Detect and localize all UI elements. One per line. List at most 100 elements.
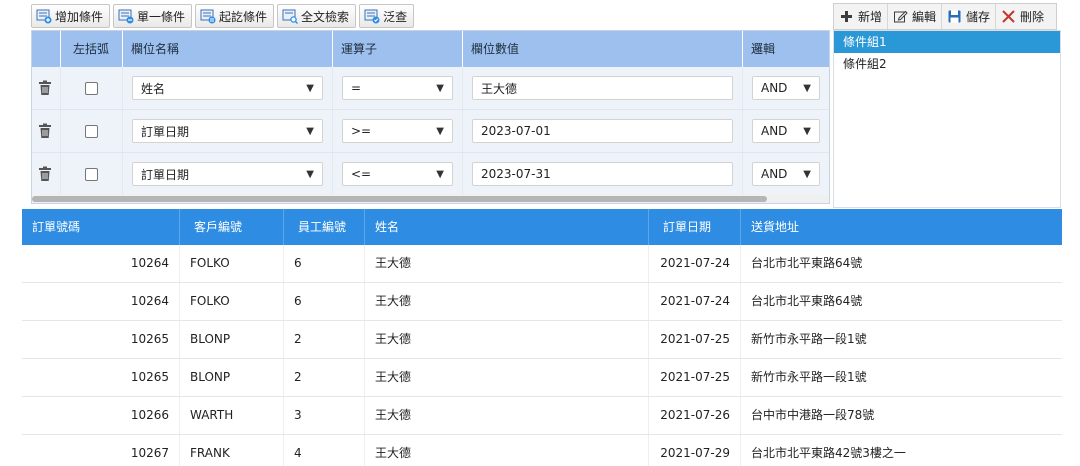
condition-grid-vertical-scrollbar[interactable] (829, 109, 830, 181)
order-id-cell: 10265 (22, 321, 180, 358)
edit-icon (894, 10, 908, 23)
delete-cell (32, 110, 61, 152)
logic-cell: AND ▼ (743, 110, 829, 152)
trash-icon[interactable] (38, 80, 52, 96)
dropdown-arrow-icon: ▼ (803, 125, 811, 137)
ship-address-cell: 台北市北平東路64號 (751, 256, 863, 270)
header-left-paren: 左括弧 (61, 31, 123, 67)
table-row[interactable]: 10267 FRANK 4 王大德 2021-07-29 台北市北平東路42號3… (22, 435, 1062, 466)
condition-toolbar: 增加條件 單一條件 起訖條件 全文檢索 泛查 (31, 4, 415, 28)
condition-row: 訂單日期 ▼ <= ▼ 2023-07-31 AND ▼ (32, 153, 829, 196)
group-item-1[interactable]: 條件組1 (834, 31, 1060, 53)
trash-icon[interactable] (38, 166, 52, 182)
operator-value: = (351, 81, 362, 95)
header-name[interactable]: 姓名 (365, 209, 649, 245)
condition-grid-horizontal-scrollbar[interactable] (32, 195, 829, 203)
add-condition-button[interactable]: 增加條件 (31, 4, 111, 28)
employee-id-cell: 2 (284, 359, 365, 396)
add-condition-label: 增加條件 (55, 9, 104, 24)
name-cell: 王大德 (365, 321, 649, 358)
left-paren-cell (61, 153, 123, 195)
new-group-button[interactable]: 新增 (834, 4, 889, 29)
fulltext-search-button[interactable]: 全文檢索 (277, 4, 357, 28)
order-date-cell: 2021-07-26 (649, 397, 741, 434)
dropdown-arrow-icon: ▼ (436, 82, 444, 94)
close-icon (1002, 10, 1015, 23)
operator-value: <= (351, 167, 372, 181)
single-condition-button[interactable]: 單一條件 (113, 4, 193, 28)
header-order-date[interactable]: 訂單日期 (649, 209, 741, 245)
table-row[interactable]: 10264 FOLKO 6 王大德 2021-07-24 台北市北平東路64號 (22, 245, 1062, 283)
header-delete-column (32, 31, 61, 67)
logic-cell: AND ▼ (743, 67, 829, 109)
dropdown-arrow-icon: ▼ (306, 168, 314, 180)
operator-select[interactable]: = ▼ (342, 76, 453, 100)
order-date-cell: 2021-07-24 (649, 245, 741, 282)
field-name-value: 訂單日期 (141, 167, 190, 182)
operator-select[interactable]: >= ▼ (342, 119, 453, 143)
dropdown-arrow-icon: ▼ (306, 82, 314, 94)
single-condition-label: 單一條件 (137, 9, 186, 24)
logic-select[interactable]: AND ▼ (752, 162, 820, 186)
logic-value: AND (761, 124, 788, 138)
operator-cell: = ▼ (333, 67, 463, 109)
field-value-input[interactable]: 王大德 (472, 76, 733, 100)
table-row[interactable]: 10265 BLONP 2 王大德 2021-07-25 新竹市永平路一段1號 (22, 321, 1062, 359)
name-cell: 王大德 (365, 397, 649, 434)
logic-value: AND (761, 167, 788, 181)
operator-value: >= (351, 124, 372, 138)
order-id-cell: 10267 (22, 435, 180, 466)
header-field-name: 欄位名稱 (123, 31, 333, 67)
edit-group-label: 編輯 (912, 10, 937, 24)
save-group-button[interactable]: 儲存 (942, 4, 997, 29)
generic-query-button[interactable]: 泛查 (359, 4, 415, 28)
logic-cell: AND ▼ (743, 153, 829, 195)
left-paren-checkbox[interactable] (85, 81, 98, 95)
scrollbar-thumb[interactable] (32, 196, 767, 202)
order-id-cell: 10264 (22, 283, 180, 320)
trash-icon[interactable] (38, 123, 52, 139)
field-name-value: 姓名 (141, 81, 166, 96)
fulltext-search-label: 全文檢索 (301, 9, 350, 24)
orders-table-header: 訂單號碼 客戶編號 員工編號 姓名 訂單日期 送貨地址 (22, 209, 1062, 245)
left-paren-checkbox[interactable] (85, 124, 98, 138)
header-ship-address[interactable]: 送貨地址 (741, 209, 1062, 245)
customer-id-cell: FOLKO (180, 245, 284, 282)
field-name-select[interactable]: 姓名 ▼ (132, 76, 323, 100)
condition-group-list: 條件組1 條件組2 (833, 30, 1061, 208)
logic-select[interactable]: AND ▼ (752, 119, 820, 143)
name-cell: 王大德 (365, 435, 649, 466)
delete-group-button[interactable]: 刪除 (996, 4, 1049, 29)
delete-group-label: 刪除 (1020, 10, 1045, 24)
operator-cell: <= ▼ (333, 153, 463, 195)
field-name-value: 訂單日期 (141, 124, 190, 139)
header-logic: 邏輯 (751, 42, 776, 56)
table-row[interactable]: 10265 BLONP 2 王大德 2021-07-25 新竹市永平路一段1號 (22, 359, 1062, 397)
left-paren-cell (61, 67, 123, 109)
header-order-id[interactable]: 訂單號碼 (22, 209, 180, 245)
field-name-select[interactable]: 訂單日期 ▼ (132, 162, 323, 186)
field-value-input[interactable]: 2023-07-31 (472, 162, 733, 186)
order-id-cell: 10266 (22, 397, 180, 434)
plus-icon (841, 11, 852, 22)
field-name-cell: 訂單日期 ▼ (123, 153, 333, 195)
header-operator: 運算子 (333, 31, 463, 67)
table-row[interactable]: 10264 FOLKO 6 王大德 2021-07-24 台北市北平東路64號 (22, 283, 1062, 321)
logic-select[interactable]: AND ▼ (752, 76, 820, 100)
employee-id-cell: 2 (284, 321, 365, 358)
operator-select[interactable]: <= ▼ (342, 162, 453, 186)
search-list-icon (282, 9, 299, 24)
header-customer-id[interactable]: 客戶編號 (180, 209, 284, 245)
header-employee-id[interactable]: 員工編號 (284, 209, 365, 245)
range-condition-button[interactable]: 起訖條件 (195, 4, 275, 28)
field-name-select[interactable]: 訂單日期 ▼ (132, 119, 323, 143)
employee-id-cell: 3 (284, 397, 365, 434)
table-row[interactable]: 10266 WARTH 3 王大德 2021-07-26 台中市中港路一段78號 (22, 397, 1062, 435)
order-date-cell: 2021-07-25 (649, 359, 741, 396)
field-value-input[interactable]: 2023-07-01 (472, 119, 733, 143)
group-item-2[interactable]: 條件組2 (834, 53, 1060, 75)
ship-address-cell: 台北市北平東路42號3樓之一 (751, 446, 906, 460)
edit-group-button[interactable]: 編輯 (888, 4, 943, 29)
add-list-icon (36, 9, 52, 24)
left-paren-checkbox[interactable] (85, 167, 98, 181)
